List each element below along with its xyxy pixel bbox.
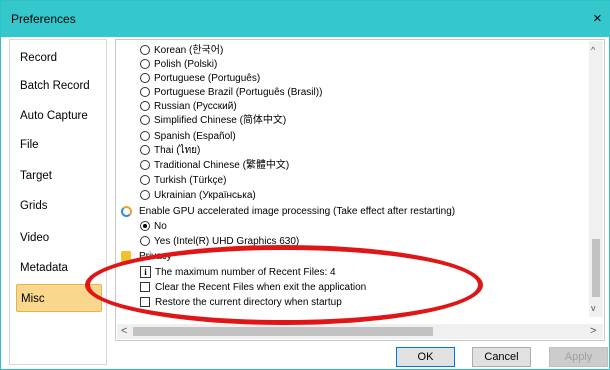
sidebar: Record Batch Record Auto Capture File Ta…	[9, 39, 107, 365]
language-label: Korean (한국어)	[154, 45, 224, 56]
apply-button[interactable]: Apply	[549, 347, 608, 367]
info-icon: i	[140, 266, 151, 278]
window-title: Preferences	[11, 12, 76, 26]
language-label: Turkish (Türkçe)	[154, 175, 227, 186]
radio-button[interactable]	[140, 221, 150, 231]
ok-button[interactable]: OK	[396, 347, 455, 367]
close-icon[interactable]: ×	[593, 10, 602, 27]
clear-recent-files-label: Clear the Recent Files when exit the app…	[155, 282, 367, 293]
checkbox[interactable]	[140, 282, 150, 292]
gpu-setting-label: Enable GPU accelerated image processing …	[139, 206, 456, 217]
language-label: Spanish (Español)	[154, 131, 236, 142]
radio-button[interactable]	[140, 236, 150, 246]
vertical-scrollbar[interactable]: ^ v	[589, 41, 603, 317]
checkbox[interactable]	[140, 297, 150, 307]
radio-button[interactable]	[140, 73, 150, 83]
radio-button[interactable]	[140, 59, 150, 69]
settings-panel: Korean (한국어) Polish (Polski) Portuguese …	[115, 39, 605, 341]
radio-button[interactable]	[140, 175, 150, 185]
language-label: Russian (Русский)	[154, 101, 237, 112]
title-bar[interactable]: Preferences ×	[1, 1, 610, 37]
sidebar-item-misc[interactable]: Misc	[16, 284, 102, 312]
cancel-button[interactable]: Cancel	[472, 347, 531, 367]
language-label: Ukrainian (Українська)	[154, 190, 256, 201]
language-label: Traditional Chinese (繁體中文)	[154, 160, 290, 171]
scroll-up-icon[interactable]: ^	[591, 45, 595, 55]
language-label: Portuguese (Português)	[154, 73, 261, 84]
sidebar-item-grids[interactable]: Grids	[16, 192, 102, 220]
sidebar-item-record[interactable]: Record	[16, 44, 102, 72]
lock-icon	[121, 251, 131, 262]
vertical-scroll-thumb[interactable]	[592, 239, 600, 297]
radio-button[interactable]	[140, 145, 150, 155]
language-label: Thai (ไทย)	[154, 145, 201, 156]
radio-button[interactable]	[140, 190, 150, 200]
sidebar-item-file[interactable]: File	[16, 131, 102, 159]
max-recent-files-label: The maximum number of Recent Files: 4	[155, 267, 336, 278]
radio-button[interactable]	[140, 101, 150, 111]
scroll-right-icon[interactable]: >	[590, 325, 596, 337]
scroll-left-icon[interactable]: <	[121, 325, 127, 337]
gauge-icon	[121, 206, 132, 217]
radio-button[interactable]	[140, 45, 150, 55]
radio-button[interactable]	[140, 115, 150, 125]
gpu-option-label: No	[154, 221, 167, 232]
sidebar-item-video[interactable]: Video	[16, 224, 102, 252]
radio-button[interactable]	[140, 131, 150, 141]
radio-button[interactable]	[140, 160, 150, 170]
sidebar-item-auto-capture[interactable]: Auto Capture	[16, 102, 102, 130]
language-label: Portuguese Brazil (Português (Brasil))	[154, 87, 323, 98]
privacy-label: Privacy	[139, 251, 172, 262]
horizontal-scroll-thumb[interactable]	[133, 327, 433, 336]
language-label: Polish (Polski)	[154, 59, 218, 70]
sidebar-item-batch-record[interactable]: Batch Record	[16, 72, 102, 100]
restore-directory-label: Restore the current directory when start…	[155, 297, 342, 308]
radio-button[interactable]	[140, 87, 150, 97]
gpu-option-label: Yes (Intel(R) UHD Graphics 630)	[154, 236, 300, 247]
preferences-window: Preferences × Record Batch Record Auto C…	[0, 0, 610, 370]
sidebar-item-target[interactable]: Target	[16, 162, 102, 190]
language-label: Simplified Chinese (简体中文)	[154, 115, 287, 126]
sidebar-item-metadata[interactable]: Metadata	[16, 254, 102, 282]
scroll-down-icon[interactable]: v	[591, 303, 596, 313]
horizontal-scrollbar[interactable]: < >	[117, 324, 603, 339]
